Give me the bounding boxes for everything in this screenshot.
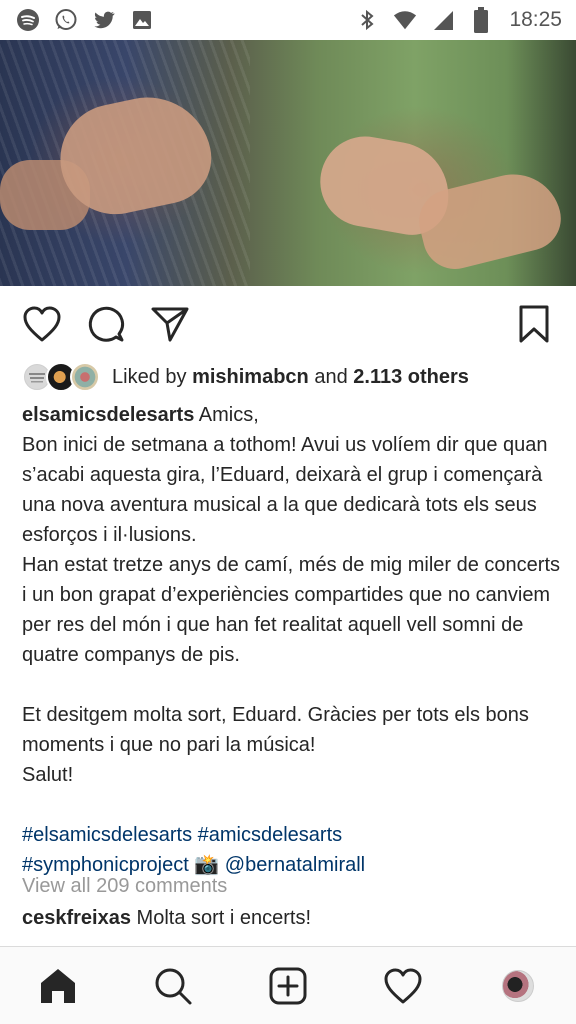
caption-paragraph: Han estat tretze anys de camí, més de mi… [22,554,560,666]
nav-profile-button[interactable] [495,963,541,1009]
likes-count[interactable]: 2.113 others [353,366,469,388]
share-button[interactable] [148,302,192,346]
profile-avatar [502,969,535,1002]
view-all-comments-link[interactable]: View all 209 comments [22,875,227,898]
activity-heart-icon [384,968,422,1003]
nav-home-button[interactable] [35,963,81,1009]
home-icon [40,968,75,1003]
likes-summary: Liked by mishimabcn and 2.113 others [112,366,469,389]
caption-paragraph: Bon inici de setmana a tothom! Avui us v… [22,434,548,546]
post-caption: elsamicsdelesarts Amics, Bon inici de se… [22,400,562,880]
battery-icon [469,7,493,33]
nav-search-button[interactable] [150,963,196,1009]
status-bar-right: 18:25 [355,7,562,33]
caption-greeting: Amics, [198,404,259,426]
bluetooth-icon [355,8,379,32]
post-action-bar [0,290,576,354]
status-bar-left [16,8,154,32]
caption-first-line: elsamicsdelesarts Amics, [22,400,562,430]
save-button[interactable] [512,302,556,346]
whatsapp-icon [54,8,78,32]
comment-button[interactable] [84,302,128,346]
top-comment: ceskfreixas Molta sort i encerts! [22,907,311,930]
caption-hashtags[interactable]: #elsamicsdelesarts #amicsdelesarts [22,820,562,850]
caption-username[interactable]: elsamicsdelesarts [22,404,194,426]
nav-activity-button[interactable] [380,963,426,1009]
comment-icon [88,306,125,342]
clock-time: 18:25 [509,8,562,31]
new-post-icon [269,967,307,1004]
avatar [70,362,100,392]
liker-avatars [22,360,104,394]
image-icon [130,8,154,32]
likes-prefix: Liked by [112,365,187,388]
like-button[interactable] [20,302,64,346]
caption-signoff: Salut! [22,764,74,786]
nav-new-post-button[interactable] [265,963,311,1009]
wifi-icon [393,8,417,32]
comment-username[interactable]: ceskfreixas [22,907,131,929]
liker-username[interactable]: mishimabcn [192,366,309,388]
spotify-icon [16,8,40,32]
status-bar: 18:25 [0,0,576,40]
post-image[interactable] [0,40,576,286]
bottom-navigation [0,946,576,1024]
search-icon [155,968,192,1004]
likes-row[interactable]: Liked by mishimabcn and 2.113 others [22,357,469,397]
likes-and: and [314,365,348,388]
caption-paragraph: Et desitgem molta sort, Eduard. Gràcies … [22,704,529,756]
twitter-icon [92,8,116,32]
heart-icon [23,306,61,342]
comment-text: Molta sort i encerts! [136,907,312,929]
send-icon [151,307,189,342]
signal-icon [431,8,455,32]
bookmark-icon [519,305,549,343]
